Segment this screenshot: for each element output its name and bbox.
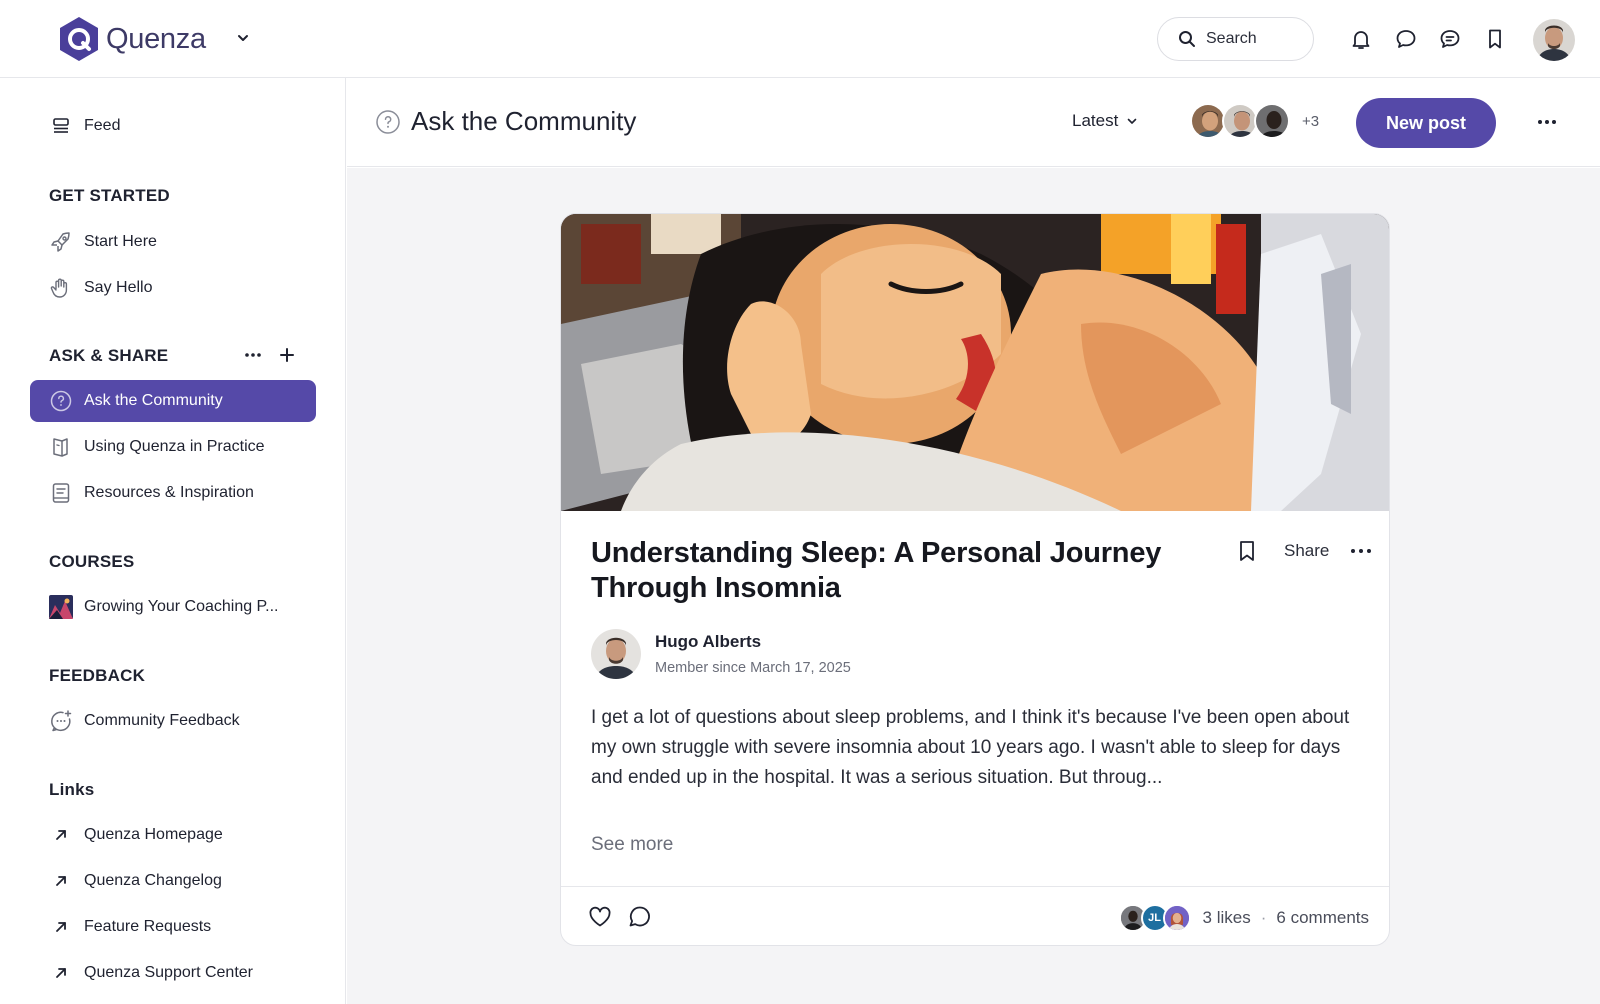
chevron-down-icon[interactable] — [236, 31, 250, 45]
sidebar-item-label: Quenza Support Center — [84, 964, 253, 981]
search-icon — [1179, 31, 1195, 47]
page-title: Ask the Community — [411, 106, 637, 136]
more-horizontal-icon[interactable] — [1349, 547, 1373, 555]
post-stats: JL 3 likes · 6 comments — [1118, 904, 1369, 932]
top-bar: Quenza Search — [0, 0, 1600, 78]
question-bubble-icon — [376, 110, 400, 134]
sidebar-item-label: Quenza Changelog — [84, 872, 222, 889]
arrow-up-right-icon — [48, 868, 74, 894]
author-avatar[interactable] — [591, 629, 641, 679]
more-horizontal-icon[interactable] — [244, 352, 262, 358]
section-ask-share: ASK & SHARE — [49, 346, 169, 365]
member-avatar — [1254, 103, 1290, 139]
sidebar-item-label: Community Feedback — [84, 712, 240, 729]
sidebar-item-feed[interactable]: Feed — [30, 105, 316, 147]
arrow-up-right-icon — [48, 822, 74, 848]
waving-hand-icon — [48, 275, 74, 301]
liker-avatar — [1162, 904, 1191, 932]
sidebar-item-label: Feature Requests — [84, 918, 212, 935]
book-open-icon — [48, 434, 74, 460]
post-title[interactable]: Understanding Sleep: A Personal Journey … — [591, 536, 1201, 606]
cover-illustration — [561, 214, 1389, 511]
sidebar-item-start-here[interactable]: Start Here — [30, 221, 316, 263]
comment-icon[interactable] — [627, 904, 653, 930]
section-get-started: GET STARTED — [49, 186, 170, 205]
section-links: Links — [49, 780, 95, 799]
feed-icon — [48, 113, 74, 139]
members-more-count: +3 — [1302, 112, 1320, 130]
author-name[interactable]: Hugo Alberts — [655, 632, 761, 652]
post-cover-image[interactable] — [561, 214, 1389, 511]
sidebar-item-community-feedback[interactable]: Community Feedback — [30, 700, 316, 742]
section-feedback: FEEDBACK — [49, 666, 146, 685]
sidebar-item-resources[interactable]: Resources & Inspiration — [30, 472, 316, 514]
sidebar-item-label: Ask the Community — [84, 392, 223, 409]
sort-dropdown[interactable]: Latest — [1072, 111, 1138, 131]
see-more-link[interactable]: See more — [591, 834, 673, 856]
sidebar-item-label: Say Hello — [84, 279, 153, 296]
post-body: I get a lot of questions about sleep pro… — [591, 707, 1350, 788]
comments-count[interactable]: 6 comments — [1276, 908, 1369, 928]
rocket-icon — [48, 229, 74, 255]
chevron-down-icon — [1128, 118, 1137, 124]
members-stack[interactable]: +3 — [1190, 103, 1319, 139]
author-member-since: Member since March 17, 2025 — [655, 660, 851, 676]
search-button[interactable]: Search — [1157, 17, 1314, 61]
bell-icon[interactable] — [1349, 27, 1373, 51]
question-bubble-icon — [48, 388, 74, 414]
heart-icon[interactable] — [587, 904, 613, 930]
sidebar-item-quenza-homepage[interactable]: Quenza Homepage — [30, 814, 316, 856]
post-card[interactable]: Understanding Sleep: A Personal Journey … — [560, 213, 1390, 946]
sidebar-item-label: Using Quenza in Practice — [84, 438, 265, 455]
sidebar-item-say-hello[interactable]: Say Hello — [30, 267, 316, 309]
course-thumbnail — [48, 594, 74, 620]
more-horizontal-icon[interactable] — [1535, 114, 1559, 130]
document-icon — [48, 480, 74, 506]
sidebar-item-support-center[interactable]: Quenza Support Center — [30, 952, 316, 994]
bookmark-icon[interactable] — [1483, 27, 1507, 51]
brand-logo[interactable]: Quenza — [58, 16, 206, 62]
messages-icon[interactable] — [1438, 27, 1462, 51]
space-header: Ask the Community Latest +3 New post — [347, 78, 1600, 167]
new-post-button[interactable]: New post — [1356, 98, 1496, 148]
quenza-logo-icon — [60, 17, 98, 61]
chat-plus-icon — [48, 708, 74, 734]
section-courses: COURSES — [49, 552, 135, 571]
share-button[interactable]: Share — [1284, 541, 1329, 561]
post-reactions — [587, 904, 653, 930]
sidebar-item-label: Growing Your Coaching P... — [84, 598, 279, 615]
sort-label: Latest — [1072, 111, 1119, 130]
search-label: Search — [1206, 30, 1257, 47]
sidebar: Feed GET STARTED Start Here Say Hello AS… — [0, 78, 346, 1004]
member-avatar — [1222, 103, 1258, 139]
bookmark-icon[interactable] — [1236, 539, 1258, 563]
sidebar-item-label: Resources & Inspiration — [84, 484, 254, 501]
user-avatar[interactable] — [1533, 19, 1575, 61]
post-actions: Share — [1236, 539, 1373, 563]
sidebar-item-label: Start Here — [84, 233, 157, 250]
member-avatar — [1190, 103, 1226, 139]
post-footer: JL 3 likes · 6 comments — [561, 886, 1389, 945]
arrow-up-right-icon — [48, 960, 74, 986]
stats-separator: · — [1260, 908, 1267, 927]
sidebar-item-label: Feed — [84, 117, 121, 134]
sidebar-item-using-quenza[interactable]: Using Quenza in Practice — [30, 426, 316, 468]
brand-name: Quenza — [106, 22, 206, 55]
arrow-up-right-icon — [48, 914, 74, 940]
sidebar-item-label: Quenza Homepage — [84, 826, 223, 843]
sidebar-item-feature-requests[interactable]: Feature Requests — [30, 906, 316, 948]
feed-area: Understanding Sleep: A Personal Journey … — [347, 168, 1600, 1004]
user-avatar-image — [1533, 19, 1575, 61]
sidebar-item-ask-the-community[interactable]: Ask the Community — [30, 380, 316, 422]
sidebar-item-course-growing[interactable]: Growing Your Coaching P... — [30, 586, 316, 628]
section-tools — [244, 348, 294, 362]
chat-bubble-icon[interactable] — [1394, 27, 1418, 51]
plus-icon[interactable] — [280, 348, 294, 362]
sidebar-item-quenza-changelog[interactable]: Quenza Changelog — [30, 860, 316, 902]
likes-count[interactable]: 3 likes — [1203, 908, 1251, 928]
